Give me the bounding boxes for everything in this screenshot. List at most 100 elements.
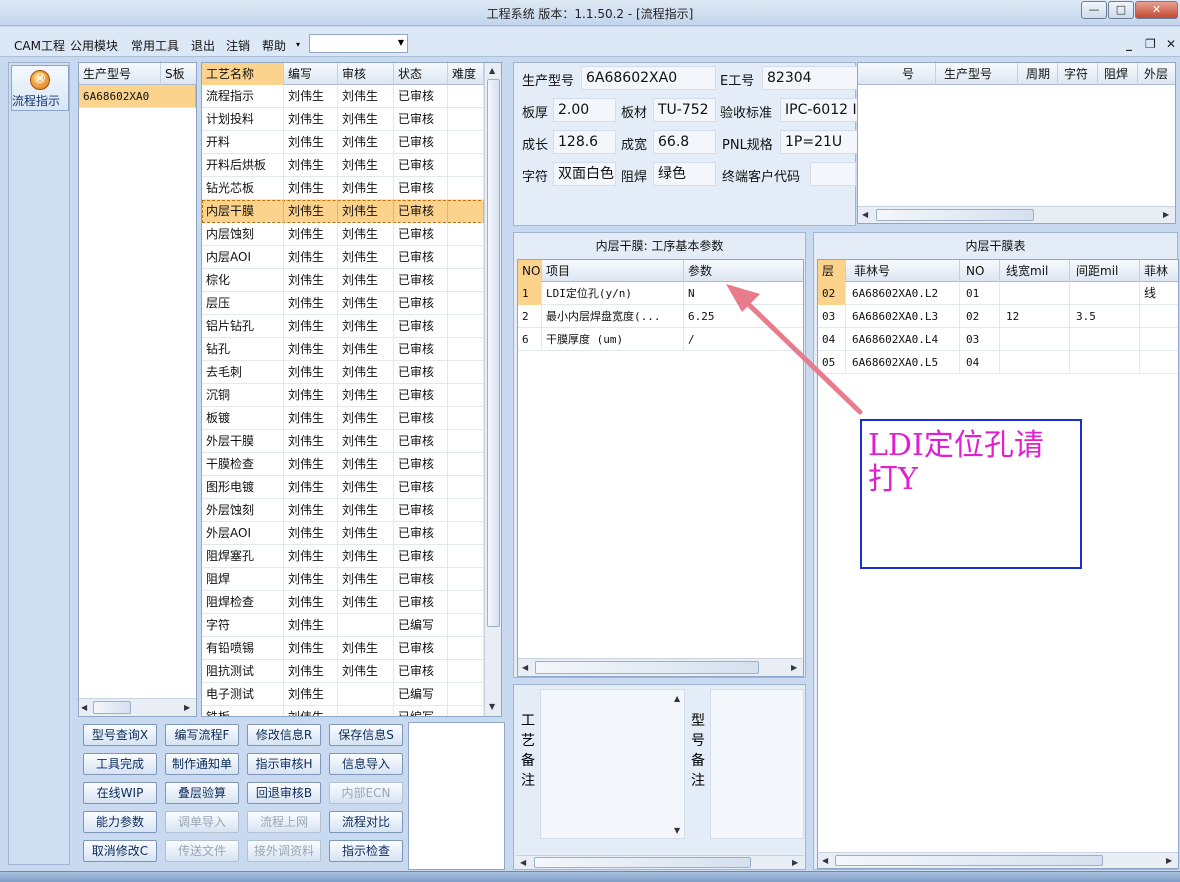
table-row[interactable]: 去毛刺 刘伟生 刘伟生 已审核 <box>202 361 501 384</box>
params-item-header[interactable]: 项目 <box>542 260 684 282</box>
table-row[interactable]: 干膜检查 刘伟生 刘伟生 已审核 <box>202 453 501 476</box>
thickness-field[interactable]: 2.00 <box>553 98 616 122</box>
film-layer-header[interactable]: 层 <box>818 260 846 282</box>
info-import-button[interactable]: 信息导入 <box>329 753 403 775</box>
model-field[interactable]: 6A68602XA0 <box>581 66 716 90</box>
scroll-left-icon[interactable]: ◀ <box>862 210 868 219</box>
model-row[interactable]: 6A68602XA0 <box>79 85 196 108</box>
scroll-left-icon[interactable]: ◀ <box>81 703 87 712</box>
side-model-header[interactable]: 生产型号 <box>936 63 1018 85</box>
customer-code-field[interactable] <box>810 162 856 186</box>
side-cycle-header[interactable]: 周期 <box>1018 63 1058 85</box>
table-row[interactable]: 计划投料 刘伟生 刘伟生 已审核 <box>202 108 501 131</box>
scroll-down-icon[interactable]: ▼ <box>489 702 495 711</box>
write-flow-button[interactable]: 编写流程F <box>165 724 239 746</box>
table-row[interactable]: 03 6A68602XA0.L3 02 12 3.5 <box>818 305 1178 328</box>
menu-common-module[interactable]: 公用模块 <box>70 37 118 54</box>
menu-combo[interactable]: ▼ <box>309 34 408 53</box>
scroll-right-icon[interactable]: ▶ <box>184 703 190 712</box>
film-spacing-header[interactable]: 间距mil <box>1070 260 1140 282</box>
table-row[interactable]: 沉铜 刘伟生 刘伟生 已审核 <box>202 384 501 407</box>
revert-review-button[interactable]: 回退审核B <box>247 782 321 804</box>
table-row[interactable]: 图形电镀 刘伟生 刘伟生 已审核 <box>202 476 501 499</box>
scroll-right-icon[interactable]: ▶ <box>791 663 797 672</box>
mdi-minimize-button[interactable]: _ <box>1126 37 1132 51</box>
menu-tools[interactable]: 常用工具 <box>131 37 179 54</box>
side-grid-hscroll[interactable]: ◀ ▶ <box>858 206 1175 223</box>
soldermask-field[interactable]: 绿色 <box>653 162 716 186</box>
table-row[interactable]: 02 6A68602XA0.L2 01 <box>818 282 1178 305</box>
table-row[interactable]: 钻孔 刘伟生 刘伟生 已审核 <box>202 338 501 361</box>
tool-complete-button[interactable]: 工具完成 <box>83 753 157 775</box>
table-row[interactable]: 棕化 刘伟生 刘伟生 已审核 <box>202 269 501 292</box>
writer-header[interactable]: 编写 <box>284 63 338 85</box>
table-row[interactable]: 05 6A68602XA0.L5 04 <box>818 351 1178 374</box>
pnl-field[interactable]: 1P=21U <box>780 130 860 154</box>
instruction-review-button[interactable]: 指示审核H <box>247 753 321 775</box>
difficulty-header[interactable]: 难度 <box>448 63 484 85</box>
model-notes-field[interactable] <box>710 689 804 839</box>
reviewer-header[interactable]: 审核 <box>338 63 394 85</box>
menu-logout[interactable]: 注销 <box>226 37 250 54</box>
table-row[interactable]: 内层干膜 刘伟生 刘伟生 已审核 <box>202 200 501 223</box>
table-row[interactable]: 板镀 刘伟生 刘伟生 已审核 <box>202 407 501 430</box>
status-header[interactable]: 状态 <box>394 63 448 85</box>
scroll-thumb[interactable] <box>835 855 1103 866</box>
standard-field[interactable]: IPC-6012 I <box>780 98 860 122</box>
table-row[interactable]: 铣板 刘伟生 已编写 <box>202 706 501 716</box>
process-name-header[interactable]: 工艺名称 <box>202 63 284 85</box>
make-notice-button[interactable]: 制作通知单 <box>165 753 239 775</box>
modify-info-button[interactable]: 修改信息R <box>247 724 321 746</box>
table-row[interactable]: 钻光芯板 刘伟生 刘伟生 已审核 <box>202 177 501 200</box>
scroll-thumb[interactable] <box>534 857 751 868</box>
save-info-button[interactable]: 保存信息S <box>329 724 403 746</box>
scroll-left-icon[interactable]: ◀ <box>822 856 828 865</box>
table-row[interactable]: 阻焊塞孔 刘伟生 刘伟生 已审核 <box>202 545 501 568</box>
table-row[interactable]: 开料后烘板 刘伟生 刘伟生 已审核 <box>202 154 501 177</box>
table-row[interactable]: 流程指示 刘伟生 刘伟生 已审核 <box>202 85 501 108</box>
scroll-thumb[interactable] <box>93 701 131 714</box>
film-idx-header[interactable]: NO <box>960 260 1000 282</box>
capability-params-button[interactable]: 能力参数 <box>83 811 157 833</box>
table-row[interactable]: 内层AOI 刘伟生 刘伟生 已审核 <box>202 246 501 269</box>
flow-compare-button[interactable]: 流程对比 <box>329 811 403 833</box>
flow-online-button[interactable]: 流程上网 <box>247 811 321 833</box>
table-row[interactable]: 字符 刘伟生 已编写 <box>202 614 501 637</box>
instruction-check-button[interactable]: 指示检查 <box>329 840 403 862</box>
scroll-thumb[interactable] <box>876 209 1034 221</box>
scroll-thumb[interactable] <box>487 79 500 627</box>
mdi-close-button[interactable]: ✕ <box>1166 37 1176 51</box>
table-row[interactable]: 外层AOI 刘伟生 刘伟生 已审核 <box>202 522 501 545</box>
cancel-modify-button[interactable]: 取消修改C <box>83 840 157 862</box>
s-board-header[interactable]: S板 <box>161 63 196 85</box>
stackup-check-button[interactable]: 叠层验算 <box>165 782 239 804</box>
menu-exit[interactable]: 退出 <box>191 37 215 54</box>
scroll-right-icon[interactable]: ▶ <box>1166 856 1172 865</box>
scroll-right-icon[interactable]: ▶ <box>792 858 798 867</box>
table-row[interactable]: 阻焊 刘伟生 刘伟生 已审核 <box>202 568 501 591</box>
order-import-button[interactable]: 调单导入 <box>165 811 239 833</box>
params-value-header[interactable]: 参数 <box>684 260 803 282</box>
film-no-header[interactable]: 菲林号 <box>846 260 960 282</box>
send-file-button[interactable]: 传送文件 <box>165 840 239 862</box>
table-row[interactable]: 铝片钻孔 刘伟生 刘伟生 已审核 <box>202 315 501 338</box>
table-row[interactable]: 外层蚀刻 刘伟生 刘伟生 已审核 <box>202 499 501 522</box>
film-line-header[interactable]: 菲林线 <box>1140 260 1178 300</box>
process-notes-field[interactable]: ▲ ▼ <box>540 689 685 839</box>
scroll-left-icon[interactable]: ◀ <box>520 858 526 867</box>
scroll-thumb[interactable] <box>535 661 759 674</box>
params-no-header[interactable]: NO <box>518 260 542 282</box>
table-row[interactable]: 层压 刘伟生 刘伟生 已审核 <box>202 292 501 315</box>
help-dropdown-icon[interactable]: ▾ <box>296 40 300 49</box>
model-header[interactable]: 生产型号 <box>79 63 161 85</box>
close-button[interactable]: ✕ <box>1135 1 1178 19</box>
model-query-button[interactable]: 型号查询X <box>83 724 157 746</box>
notes-hscroll[interactable]: ◀ ▶ <box>516 855 804 869</box>
table-row[interactable]: 开料 刘伟生 刘伟生 已审核 <box>202 131 501 154</box>
scroll-down-icon[interactable]: ▼ <box>674 826 680 835</box>
side-mask-header[interactable]: 阻焊 <box>1098 63 1138 85</box>
scroll-up-icon[interactable]: ▲ <box>674 694 680 703</box>
film-linewidth-header[interactable]: 线宽mil <box>1000 260 1070 282</box>
width-field[interactable]: 66.8 <box>653 130 716 154</box>
menu-help[interactable]: 帮助 <box>262 37 286 54</box>
